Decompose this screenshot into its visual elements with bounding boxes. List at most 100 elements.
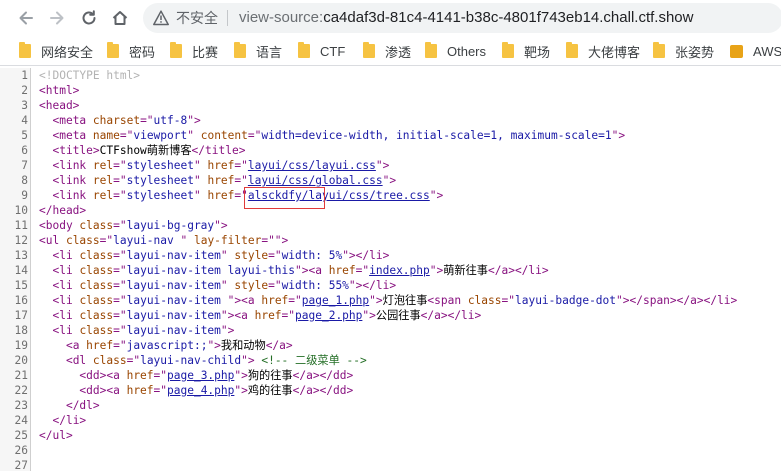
source-line: 24 </li> [0,413,781,428]
source-link[interactable]: index.php [369,264,430,277]
source-link[interactable]: page_3.php [167,369,234,382]
back-button[interactable] [14,6,38,30]
source-link[interactable]: page_1.php [302,294,369,307]
source-line: 9 <link rel="stylesheet" href="alsckdfy/… [0,188,781,203]
bookmark-folder[interactable]: Others [425,42,486,60]
code-token: "> [214,219,228,232]
source-view[interactable]: 1 <!DOCTYPE html> 2 <html> 3 <head> 4 <meta ch… [0,68,781,473]
code-token: class [79,309,114,322]
line-number: 20 [14,354,28,367]
code-token: <meta [52,129,93,142]
code-token: </head> [39,204,87,217]
bookmark-label: 网络安全 [41,44,94,60]
line-number: 24 [14,414,28,427]
source-line: 11 <body class="layui-bg-gray"> [0,218,781,233]
code-token: <title> [52,144,100,157]
source-link[interactable]: layui/css/layui.css [248,159,376,172]
code-token: </ul> [39,429,73,442]
code-token: name [92,129,120,142]
bookmark-folder[interactable]: 张姿势 [653,42,714,60]
line-number: 14 [14,264,28,277]
folder-icon [653,42,665,58]
code-token: =" [234,159,248,172]
url-text[interactable]: view-source:ca4daf3d-81c4-4141-b38c-4801… [239,9,693,27]
code-token: width: 5% [281,249,343,262]
code-token: " [220,249,235,262]
code-token: <span [427,294,468,307]
code-token: <dd><a [79,369,127,382]
bookmark-aws[interactable]: AWS [730,42,781,60]
code-token: class [79,324,114,337]
bookmark-folder[interactable]: 语言 [234,42,282,60]
line-number: 1 [21,69,28,82]
source-lines: 1 <!DOCTYPE html> 2 <html> 3 <head> 4 <meta ch… [0,68,781,473]
source-link[interactable]: page_2.php [295,309,362,322]
code-text: <!DOCTYPE html> [39,68,140,83]
code-text: <li class="layui-nav-item" style="width:… [39,248,389,263]
folder-icon [566,42,578,58]
code-token: href [207,174,235,187]
bookmark-folder[interactable]: 大佬博客 [566,42,640,60]
source-line: 7 <link rel="stylesheet" href="layui/css… [0,158,781,173]
line-number: 21 [14,369,28,382]
code-token: =""> [261,234,289,247]
code-token: "> [429,264,444,277]
code-token: layui-badge-dot [514,294,617,307]
code-token: =" [113,279,127,292]
code-token: <li [52,264,80,277]
code-token: "><a [220,309,255,322]
bookmark-folder[interactable]: 渗透 [363,42,411,60]
warning-icon[interactable] [153,10,169,26]
code-token: rel [92,159,114,172]
bookmark-folder[interactable]: 网络安全 [19,42,93,60]
code-token: =" [113,249,127,262]
reload-button[interactable] [77,6,101,30]
code-token: </dl> [65,399,100,412]
code-token: =" [113,294,127,307]
code-token: =" [153,384,168,397]
browser-toolbar: 不安全 view-source:ca4daf3d-81c4-4141-b38c-… [0,0,781,36]
code-token: <meta [52,114,93,127]
address-bar[interactable]: 不安全 view-source:ca4daf3d-81c4-4141-b38c-… [143,3,781,33]
bookmarks-bar: 网络安全 密码 比赛 语言 CTF 渗透 Others 靶场 大佬博客 张姿势 … [0,36,781,66]
home-button[interactable] [108,6,132,30]
bookmark-folder[interactable]: 密码 [107,42,155,60]
code-token: =" [247,129,262,142]
code-token: layui-nav [113,234,181,247]
forward-button[interactable] [45,6,69,30]
source-line: 25 </ul> [0,428,781,443]
source-line: 2 <html> [0,83,781,98]
line-number: 13 [14,249,28,262]
code-token: </a></dd> [292,384,354,397]
code-token: utf-8 [153,114,188,127]
code-token: =" [126,354,141,367]
code-text: <dd><a href="page_4.php">鸡的往事</a></dd> [39,383,353,398]
line-number: 6 [21,144,28,157]
source-line: 4 <meta charset="utf-8"> [0,113,781,128]
code-token: "><a [227,294,262,307]
code-token: =" [268,279,282,292]
source-link[interactable]: page_4.php [167,384,234,397]
code-token: =" [268,249,282,262]
code-token: <!-- 二级菜单 --> [261,354,367,367]
source-line: 15 <li class="layui-nav-item" style="wid… [0,278,781,293]
bookmark-label: AWS [753,43,781,59]
bookmark-folder[interactable]: 靶场 [502,42,550,60]
code-token: layui-nav-item [126,249,221,262]
code-text: </ul> [39,428,73,443]
code-token: href [207,159,235,172]
code-token: class [79,249,114,262]
folder-icon [170,42,182,58]
bookmark-label: 大佬博客 [588,44,641,60]
security-label[interactable]: 不安全 [176,10,218,26]
source-line: 26 [0,443,781,458]
source-link[interactable]: layui/css/global.css [248,174,383,187]
code-token: layui-nav-item [126,294,228,307]
bookmark-folder[interactable]: CTF [298,42,345,60]
bookmark-folder[interactable]: 比赛 [170,42,218,60]
